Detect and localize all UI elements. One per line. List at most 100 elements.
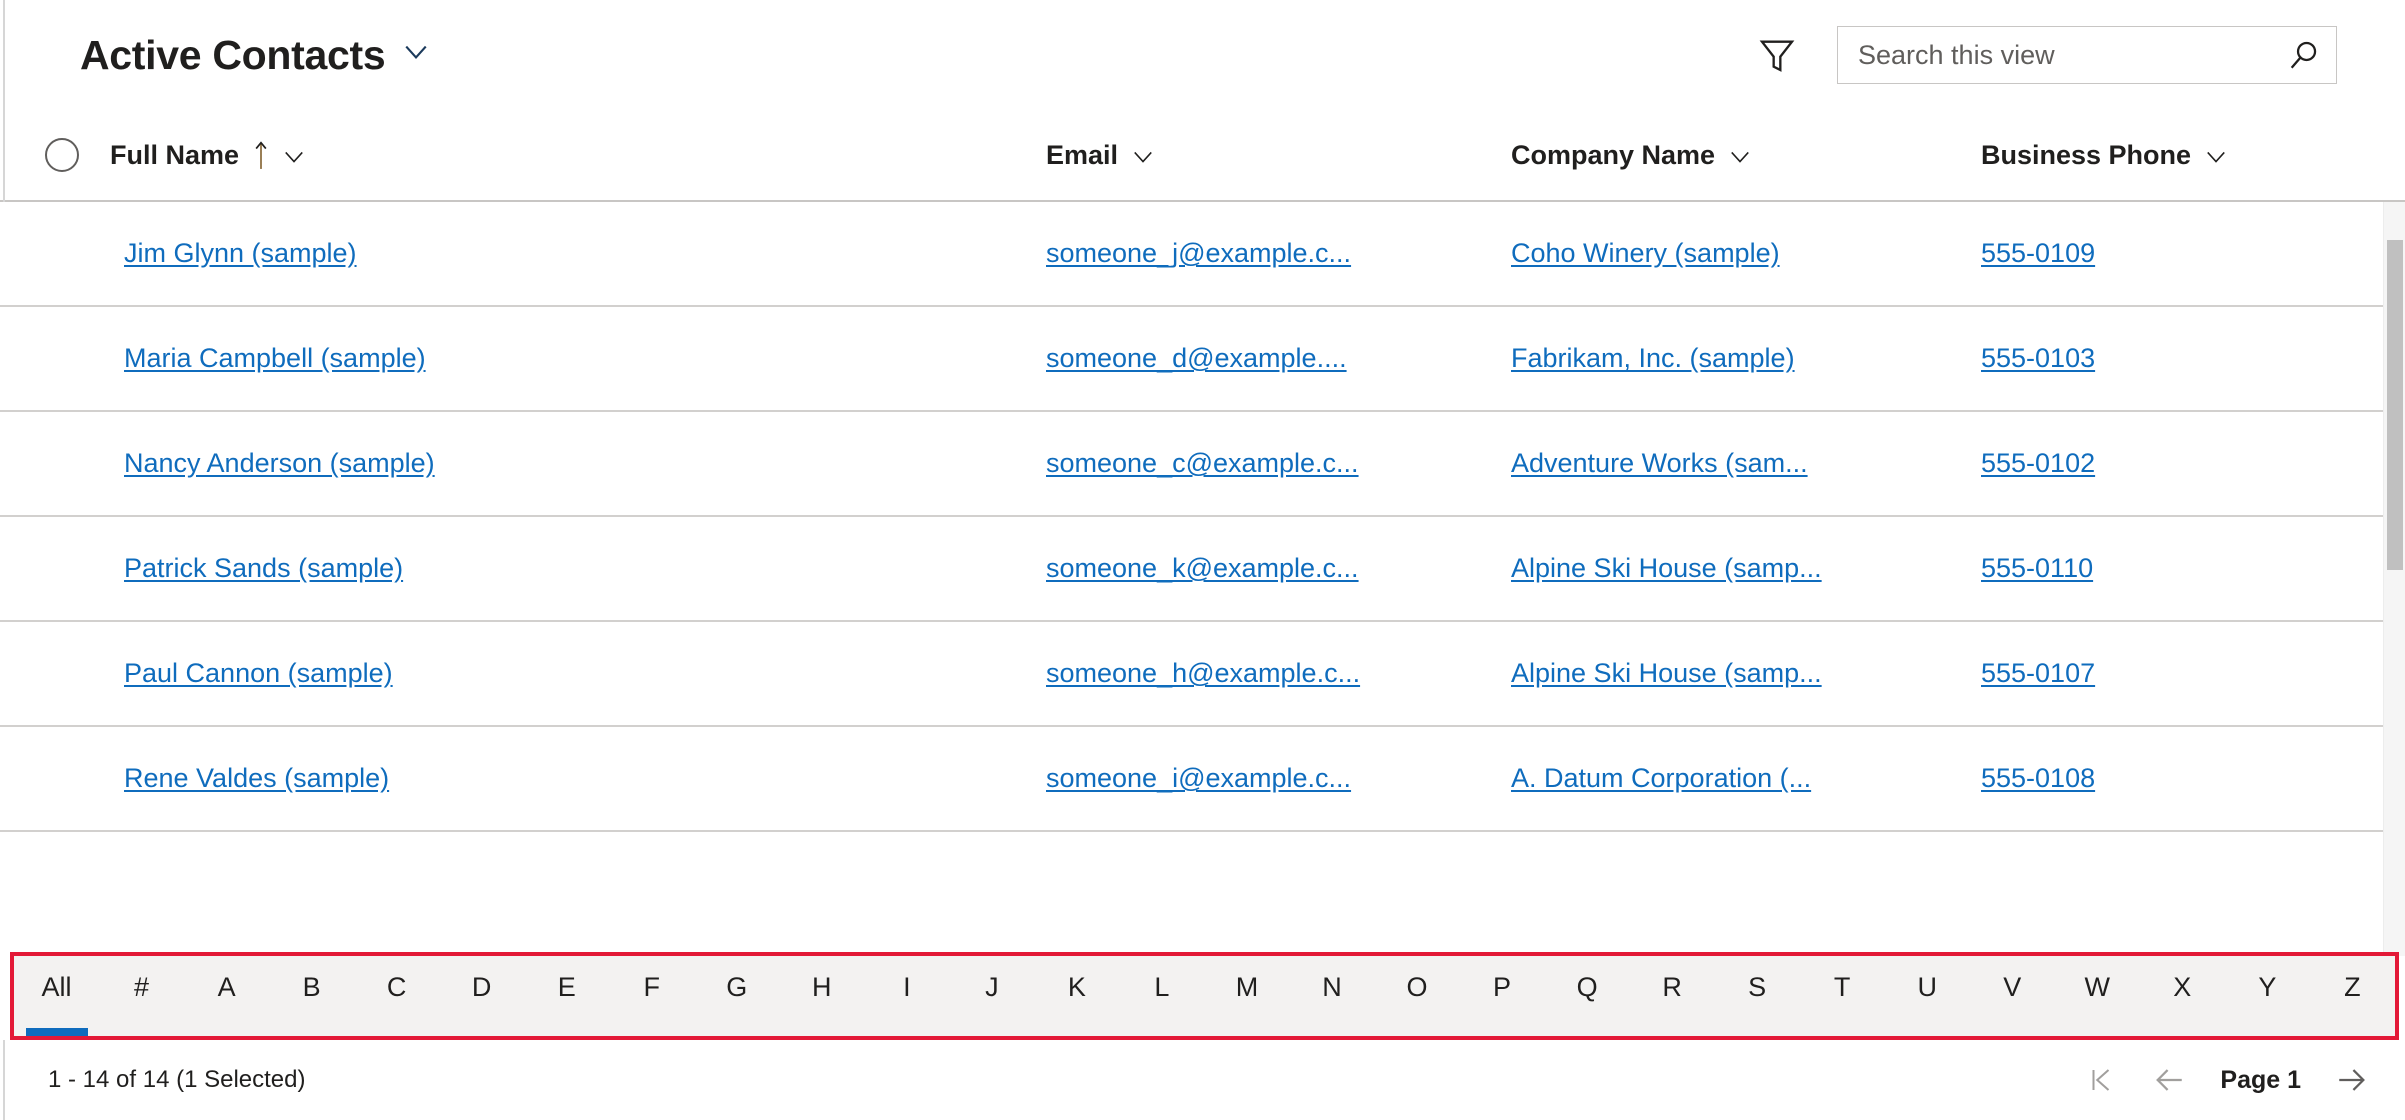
alpha-filter-item-m[interactable]: M [1204, 956, 1289, 1036]
scrollbar-thumb[interactable] [2387, 240, 2403, 570]
alpha-filter-item-c[interactable]: C [354, 956, 439, 1036]
arrow-left-icon[interactable] [2152, 1063, 2186, 1097]
alpha-filter-label: H [812, 972, 832, 1002]
alpha-filter-item-f[interactable]: F [609, 956, 694, 1036]
alpha-filter-item-g[interactable]: G [694, 956, 779, 1036]
alpha-filter-label: L [1154, 972, 1170, 1002]
company-link[interactable]: Coho Winery (sample) [1511, 238, 1780, 268]
arrow-right-icon[interactable] [2335, 1063, 2369, 1097]
table-row[interactable]: Paul Cannon (sample) someone_h@example.c… [0, 622, 2405, 727]
email-link[interactable]: someone_j@example.c... [1046, 238, 1351, 268]
company-link[interactable]: Fabrikam, Inc. (sample) [1511, 343, 1795, 373]
alpha-filter-item-e[interactable]: E [524, 956, 609, 1036]
filter-funnel-icon[interactable] [1749, 27, 1805, 83]
contact-name-link[interactable]: Maria Campbell (sample) [124, 343, 426, 373]
view-selector[interactable]: Active Contacts [80, 31, 429, 78]
email-link[interactable]: someone_d@example.... [1046, 343, 1347, 373]
contacts-grid-page: Active Contacts Search this view Full Na… [0, 0, 2405, 1120]
alpha-filter-item-d[interactable]: D [439, 956, 524, 1036]
alpha-filter-label: N [1322, 972, 1342, 1002]
table-row[interactable]: Rene Valdes (sample) someone_i@example.c… [0, 727, 2405, 832]
alpha-filter-item-hash[interactable]: # [99, 956, 184, 1036]
cell-full-name: Patrick Sands (sample) [110, 553, 1046, 584]
cell-business-phone: 555-0109 [1981, 238, 2381, 269]
search-icon[interactable] [2286, 38, 2320, 72]
alpha-filter-item-k[interactable]: K [1034, 956, 1119, 1036]
phone-link[interactable]: 555-0109 [1981, 238, 2095, 268]
alpha-filter-label: S [1748, 972, 1767, 1002]
column-header-company-name[interactable]: Company Name [1511, 140, 1981, 171]
alpha-filter-item-j[interactable]: J [949, 956, 1034, 1036]
column-header-business-phone[interactable]: Business Phone [1981, 140, 2381, 171]
alpha-filter-item-z[interactable]: Z [2310, 956, 2395, 1036]
contact-name-link[interactable]: Patrick Sands (sample) [124, 553, 403, 583]
vertical-scrollbar[interactable] [2383, 202, 2405, 956]
chevron-down-icon[interactable] [1729, 144, 1751, 166]
alpha-filter-label: K [1067, 972, 1086, 1002]
contact-name-link[interactable]: Jim Glynn (sample) [124, 238, 357, 268]
alpha-filter-label: F [643, 972, 660, 1002]
contact-name-link[interactable]: Paul Cannon (sample) [124, 658, 393, 688]
email-link[interactable]: someone_k@example.c... [1046, 553, 1359, 583]
search-input[interactable] [1858, 39, 2286, 71]
alpha-filter-item-i[interactable]: I [864, 956, 949, 1036]
alpha-filter-label: O [1406, 972, 1428, 1002]
cell-email: someone_c@example.c... [1046, 448, 1511, 479]
company-link[interactable]: Alpine Ski House (samp... [1511, 658, 1822, 688]
select-all-cell[interactable] [14, 138, 110, 172]
alpha-filter-item-y[interactable]: Y [2225, 956, 2310, 1036]
cell-company-name: Coho Winery (sample) [1511, 238, 1981, 269]
column-header-full-name[interactable]: Full Name [110, 140, 1046, 171]
company-link[interactable]: Alpine Ski House (samp... [1511, 553, 1822, 583]
alpha-filter-item-b[interactable]: B [269, 956, 354, 1036]
table-row[interactable]: Jim Glynn (sample) someone_j@example.c..… [0, 202, 2405, 307]
phone-link[interactable]: 555-0110 [1981, 553, 2093, 583]
phone-link[interactable]: 555-0108 [1981, 763, 2095, 793]
column-header-email[interactable]: Email [1046, 140, 1511, 171]
email-link[interactable]: someone_h@example.c... [1046, 658, 1360, 688]
alpha-filter-item-s[interactable]: S [1715, 956, 1800, 1036]
alpha-filter-item-x[interactable]: X [2140, 956, 2225, 1036]
alpha-filter-item-v[interactable]: V [1970, 956, 2055, 1036]
company-link[interactable]: Adventure Works (sam... [1511, 448, 1808, 478]
search-box[interactable] [1837, 26, 2337, 84]
alpha-filter-item-t[interactable]: T [1800, 956, 1885, 1036]
alpha-filter-item-a[interactable]: A [184, 956, 269, 1036]
chevron-down-icon[interactable] [403, 39, 429, 65]
contact-name-link[interactable]: Nancy Anderson (sample) [124, 448, 435, 478]
phone-link[interactable]: 555-0103 [1981, 343, 2095, 373]
phone-link[interactable]: 555-0107 [1981, 658, 2095, 688]
email-link[interactable]: someone_c@example.c... [1046, 448, 1359, 478]
alpha-filter-item-o[interactable]: O [1375, 956, 1460, 1036]
cell-business-phone: 555-0103 [1981, 343, 2381, 374]
page-title: Active Contacts [80, 31, 386, 78]
alpha-filter-label: J [985, 972, 999, 1002]
alpha-filter-label: U [1917, 972, 1937, 1002]
chevron-down-icon[interactable] [1132, 144, 1154, 166]
table-row[interactable]: Nancy Anderson (sample) someone_c@exampl… [0, 412, 2405, 517]
alpha-filter-item-q[interactable]: Q [1545, 956, 1630, 1036]
company-link[interactable]: A. Datum Corporation (... [1511, 763, 1811, 793]
cell-full-name: Nancy Anderson (sample) [110, 448, 1046, 479]
table-row[interactable]: Patrick Sands (sample) someone_k@example… [0, 517, 2405, 622]
chevron-down-icon[interactable] [283, 144, 305, 166]
select-all-circle-icon[interactable] [45, 138, 79, 172]
alpha-filter-item-u[interactable]: U [1885, 956, 1970, 1036]
alphabet-filter-bar[interactable]: All # A B C D E F G H I J K L M N O P Q R S T U V W X Y Z [10, 952, 2399, 1040]
cell-email: someone_k@example.c... [1046, 553, 1511, 584]
alpha-filter-item-l[interactable]: L [1119, 956, 1204, 1036]
chevron-down-icon[interactable] [2205, 144, 2227, 166]
page-first-icon[interactable] [2084, 1063, 2118, 1097]
alpha-filter-item-r[interactable]: R [1630, 956, 1715, 1036]
alpha-filter-label: Q [1576, 972, 1598, 1002]
table-row[interactable]: Maria Campbell (sample) someone_d@exampl… [0, 307, 2405, 412]
phone-link[interactable]: 555-0102 [1981, 448, 2095, 478]
grid-column-headers: Full Name Email Company Name Business Ph… [0, 110, 2405, 202]
contact-name-link[interactable]: Rene Valdes (sample) [124, 763, 389, 793]
email-link[interactable]: someone_i@example.c... [1046, 763, 1351, 793]
alpha-filter-item-all[interactable]: All [14, 956, 99, 1036]
alpha-filter-item-p[interactable]: P [1460, 956, 1545, 1036]
alpha-filter-item-n[interactable]: N [1289, 956, 1374, 1036]
alpha-filter-item-w[interactable]: W [2055, 956, 2140, 1036]
alpha-filter-item-h[interactable]: H [779, 956, 864, 1036]
